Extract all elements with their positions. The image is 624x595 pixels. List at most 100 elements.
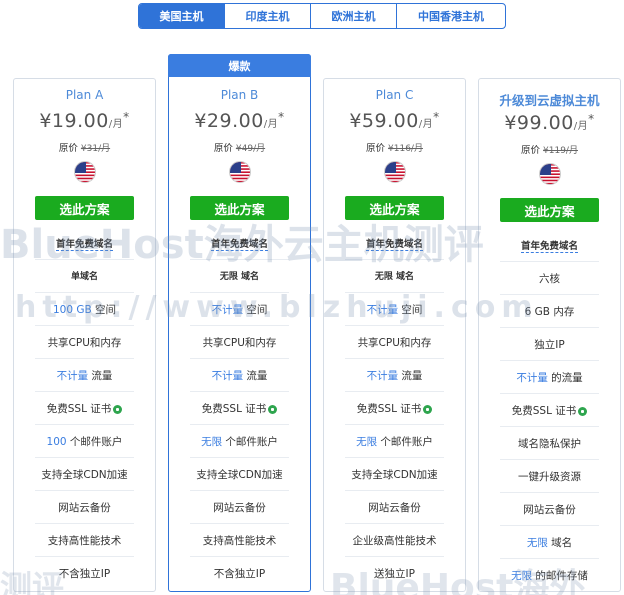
feature-label: 域名隐私保护 [518, 438, 581, 450]
feature-label: 不含独立IP [58, 568, 111, 580]
row-divider [35, 556, 134, 557]
price-value: ¥59.00 [349, 110, 419, 132]
feature-label: 免费SSL 证书 [46, 403, 112, 415]
feature-item: 共享CPU和内存 [168, 335, 311, 350]
feature-item: 不含独立IP [13, 566, 156, 581]
row-divider [345, 457, 444, 458]
row-divider [35, 424, 134, 425]
tab-hongkong[interactable]: 中国香港主机 [397, 4, 505, 28]
feature-label: 不含独立IP [213, 568, 266, 580]
row-divider [500, 426, 599, 427]
feature-label: 免费SSL 证书 [511, 405, 577, 417]
feature-item: 支持高性能技术 [13, 533, 156, 548]
feature-item: 6 GB 内存 [478, 304, 621, 319]
feature-label: 单域名 [70, 272, 98, 282]
feature-item: 支持全球CDN加速 [168, 467, 311, 482]
feature-item: 免费SSL 证书 [478, 403, 621, 418]
ssl-lock-icon [423, 404, 433, 414]
feature-label: 共享CPU和内存 [357, 337, 432, 349]
price-unit: /月 [573, 121, 589, 132]
feature-item: 独立IP [478, 337, 621, 352]
feature-item: 首年免费域名 [478, 238, 621, 253]
plan-name: Plan A [65, 88, 104, 102]
price-footnote: * [123, 110, 130, 124]
price-unit: /月 [263, 119, 279, 130]
original-price-label: 原价 [521, 145, 541, 156]
row-divider [500, 459, 599, 460]
feature-item: 六核 [478, 271, 621, 286]
feature-label: 首年免费域名 [520, 241, 578, 253]
feature-label: 网站云备份 [213, 502, 266, 514]
row-divider [345, 391, 444, 392]
feature-label: 独立IP [534, 339, 565, 351]
feature-label: 不计量 流量 [56, 370, 113, 382]
feature-label: 无限 域名 [219, 272, 260, 282]
plan-price: ¥59.00/月* [323, 110, 466, 132]
feature-item: 100 个邮件账户 [13, 434, 156, 449]
price-value: ¥99.00 [504, 112, 574, 134]
feature-label: 支持全球CDN加速 [41, 469, 128, 481]
feature-label: 100 个邮件账户 [46, 436, 123, 448]
plan-name: Plan B [220, 88, 259, 102]
original-price-label: 原价 [213, 143, 233, 154]
row-divider [190, 391, 289, 392]
row-divider [345, 358, 444, 359]
feature-label: 网站云备份 [368, 502, 421, 514]
plan-name: 升级到云虚拟主机 [499, 93, 600, 108]
row-divider [190, 490, 289, 491]
plan-price: ¥99.00/月* [478, 112, 621, 134]
row-divider [35, 292, 134, 293]
original-price-label: 原价 [58, 143, 78, 154]
feature-item: 企业级高性能技术 [323, 533, 466, 548]
tab-europe[interactable]: 欧洲主机 [311, 4, 397, 28]
row-divider [190, 457, 289, 458]
select-plan-button[interactable]: 选此方案 [345, 196, 444, 220]
feature-label: 共享CPU和内存 [47, 337, 122, 349]
feature-item: 100 GB 空间 [13, 302, 156, 317]
feature-item: 无限 域名 [323, 269, 466, 282]
row-divider [500, 294, 599, 295]
row-divider [500, 261, 599, 262]
row-divider [500, 492, 599, 493]
row-divider [35, 325, 134, 326]
row-divider [345, 523, 444, 524]
feature-label: 网站云备份 [523, 504, 576, 516]
ssl-lock-icon [268, 404, 278, 414]
feature-label: 支持全球CDN加速 [196, 469, 283, 481]
feature-label: 免费SSL 证书 [201, 403, 267, 415]
feature-label: 支持高性能技术 [47, 535, 122, 547]
row-divider [35, 490, 134, 491]
feature-item: 送独立IP [323, 566, 466, 581]
feature-item: 无限 个邮件账户 [168, 434, 311, 449]
row-divider [190, 556, 289, 557]
feature-item: 支持全球CDN加速 [323, 467, 466, 482]
feature-label: 无限 个邮件账户 [201, 436, 278, 448]
feature-item: 单域名 [13, 269, 156, 282]
row-divider [190, 292, 289, 293]
feature-label: 首年免费域名 [210, 239, 268, 251]
feature-item: 免费SSL 证书 [168, 401, 311, 416]
feature-label: 无限 域名 [374, 272, 415, 282]
row-divider [345, 556, 444, 557]
tab-usa[interactable]: 美国主机 [139, 4, 225, 28]
original-price: 原价 ¥116/月 [323, 140, 466, 154]
feature-item: 无限 的邮件存储 [478, 568, 621, 583]
select-plan-button[interactable]: 选此方案 [35, 196, 134, 220]
feature-item: 不含独立IP [168, 566, 311, 581]
row-divider [190, 259, 289, 260]
us-flag-icon [73, 161, 96, 183]
row-divider [500, 525, 599, 526]
feature-label: 不计量 流量 [366, 370, 423, 382]
row-divider [345, 292, 444, 293]
select-plan-button[interactable]: 选此方案 [190, 196, 289, 220]
feature-item: 无限 域名 [478, 535, 621, 550]
select-plan-button[interactable]: 选此方案 [500, 198, 599, 222]
region-tabs: 美国主机 印度主机 欧洲主机 中国香港主机 [138, 3, 506, 29]
us-flag-icon [228, 161, 251, 183]
feature-label: 首年免费域名 [55, 239, 113, 251]
tab-india[interactable]: 印度主机 [225, 4, 311, 28]
plan-name: Plan C [375, 88, 414, 102]
feature-label: 100 GB 空间 [52, 304, 117, 316]
original-price-value: ¥116/月 [388, 144, 423, 154]
original-price-value: ¥49/月 [235, 144, 266, 154]
